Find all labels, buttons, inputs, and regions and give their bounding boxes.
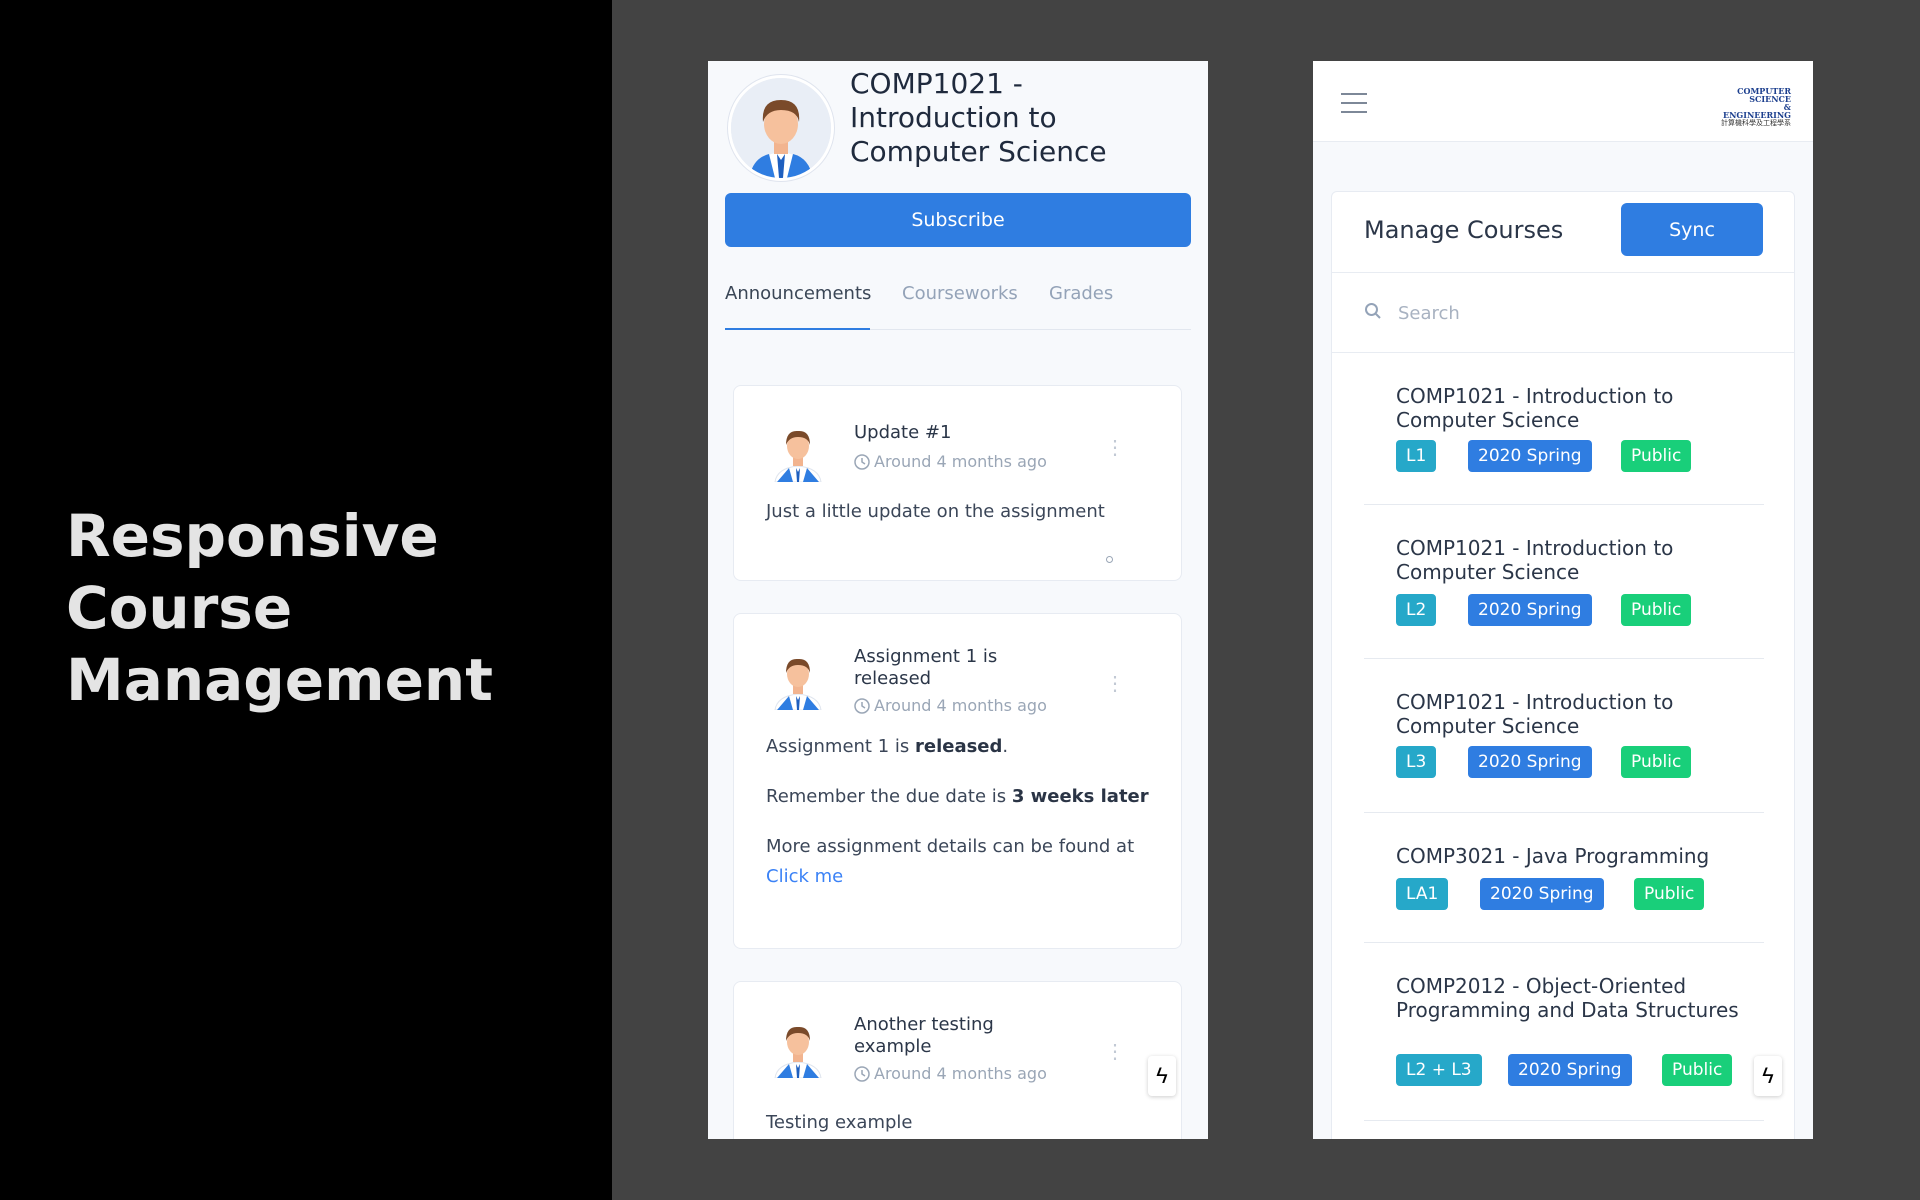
course-tabs: Announcements Courseworks Grades (725, 283, 1191, 330)
time-text: Around 4 months ago (874, 1064, 1047, 1083)
active-tab-indicator (725, 328, 870, 330)
term-badge: 2020 Spring (1480, 878, 1604, 910)
department-logo: COMPUTER SCIENCE & ENGINEERING 計算機科學及工程學… (1721, 86, 1791, 127)
course-list-item[interactable]: COMP3021 - Java Programming LA1 2020 Spr… (1364, 812, 1764, 943)
course-name: COMP1021 - Introduction to Computer Scie… (1396, 690, 1674, 738)
more-options-icon[interactable]: ⋮ (1105, 1042, 1125, 1062)
section-badge: L2 (1396, 594, 1437, 626)
course-list-item[interactable]: COMP1021 - Introduction to Computer Scie… (1364, 504, 1764, 659)
course-list-item[interactable]: COMP2012 - Object-Oriented Programming a… (1364, 942, 1764, 1121)
course-name: COMP3021 - Java Programming (1396, 844, 1710, 868)
author-avatar (771, 652, 825, 711)
section-badge: L1 (1396, 440, 1437, 472)
search-bar (1332, 272, 1794, 353)
sync-button[interactable]: Sync (1621, 203, 1763, 256)
term-badge: 2020 Spring (1508, 1054, 1632, 1086)
time-text: Around 4 months ago (874, 696, 1047, 715)
term-badge: 2020 Spring (1468, 746, 1592, 778)
headline-line-2: Course (66, 574, 293, 642)
announcement-body: Assignment 1 is released. Remember the d… (766, 736, 1149, 887)
click-me-link[interactable]: Click me (766, 866, 843, 887)
user-icon (774, 1026, 822, 1079)
visibility-badge: Public (1621, 746, 1692, 778)
clock-icon (854, 1065, 870, 1082)
course-name: COMP1021 - Introduction to Computer Scie… (1396, 536, 1674, 584)
term-badge: 2020 Spring (1468, 440, 1592, 472)
tab-announcements[interactable]: Announcements (725, 283, 871, 304)
more-options-icon[interactable]: ⋮ (1105, 438, 1125, 458)
announcement-title: Another testing example (854, 1014, 994, 1057)
announcement-body: Testing example (766, 1112, 913, 1133)
announcement-body: Just a little update on the assignment (766, 501, 1105, 522)
announcement-card: Update #1 Around 4 months ago ⋮ Just a l… (733, 385, 1182, 581)
announcement-title: Assignment 1 is released (854, 646, 998, 689)
more-options-icon[interactable]: ⋮ (1105, 674, 1125, 694)
manage-courses-phone: COMPUTER SCIENCE & ENGINEERING 計算機科學及工程學… (1313, 61, 1813, 1139)
headline-line-3: Management (66, 646, 493, 714)
tab-grades[interactable]: Grades (1049, 283, 1113, 304)
author-avatar (771, 424, 825, 483)
panel-title: Manage Courses (1364, 216, 1564, 244)
left-panel: Responsive Course Management (0, 0, 612, 1200)
announcement-time: Around 4 months ago (854, 452, 1047, 471)
subscribe-button[interactable]: Subscribe (725, 193, 1191, 247)
visibility-badge: Public (1621, 440, 1692, 472)
menu-icon[interactable] (1341, 93, 1367, 113)
course-page-phone: COMP1021 - Introduction to Computer Scie… (708, 61, 1208, 1139)
announcement-time: Around 4 months ago (854, 1064, 1047, 1083)
visibility-badge: Public (1662, 1054, 1733, 1086)
headline: Responsive Course Management (66, 500, 493, 716)
course-list-item[interactable]: COMP1021 - Introduction to Computer Scie… (1364, 352, 1764, 505)
user-icon (774, 658, 822, 711)
announcement-title: Update #1 (854, 422, 952, 443)
author-avatar (771, 1020, 825, 1079)
time-text: Around 4 months ago (874, 452, 1047, 471)
course-name: COMP1021 - Introduction to Computer Scie… (1396, 384, 1674, 432)
panel-header: Manage Courses Sync (1332, 192, 1794, 273)
visibility-badge: Public (1634, 878, 1705, 910)
user-icon (774, 430, 822, 483)
lightning-icon[interactable]: ϟ (1754, 1056, 1782, 1096)
headline-line-1: Responsive (66, 502, 439, 570)
course-title: COMP1021 - Introduction to Computer Scie… (850, 67, 1107, 168)
section-badge: L3 (1396, 746, 1437, 778)
term-badge: 2020 Spring (1468, 594, 1592, 626)
announcement-card: Another testing example Around 4 months … (733, 981, 1182, 1139)
tab-courseworks[interactable]: Courseworks (902, 283, 1018, 304)
avatar-icon (731, 78, 831, 178)
section-badge: L2 + L3 (1396, 1054, 1482, 1086)
announcement-card: Assignment 1 is released Around 4 months… (733, 613, 1182, 949)
search-icon (1365, 303, 1381, 319)
clock-icon (854, 697, 870, 714)
clock-icon (854, 453, 870, 470)
course-list-item[interactable]: COMP1021 - Introduction to Computer Scie… (1364, 658, 1764, 813)
visibility-badge: Public (1621, 594, 1692, 626)
status-dot (1106, 556, 1113, 563)
lightning-icon[interactable]: ϟ (1148, 1056, 1176, 1096)
course-name: COMP2012 - Object-Oriented Programming a… (1396, 974, 1739, 1022)
course-avatar (728, 75, 834, 181)
section-badge: LA1 (1396, 878, 1449, 910)
manage-courses-panel: Manage Courses Sync COMP1021 - Introduct… (1331, 191, 1795, 1139)
announcement-time: Around 4 months ago (854, 696, 1047, 715)
top-bar: COMPUTER SCIENCE & ENGINEERING 計算機科學及工程學… (1313, 61, 1813, 142)
search-input[interactable] (1396, 298, 1760, 328)
